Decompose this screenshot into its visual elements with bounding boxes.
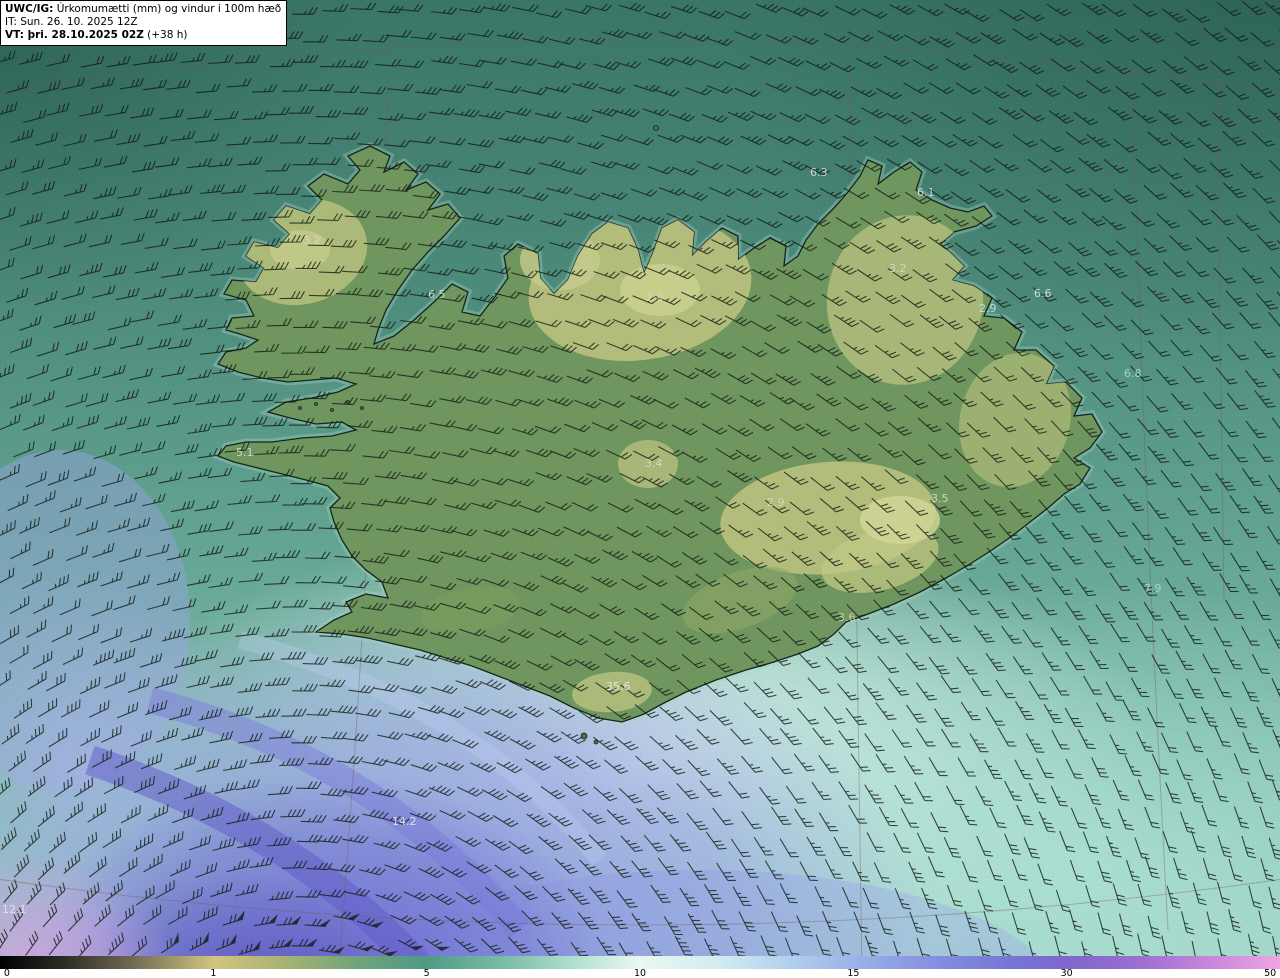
precip-value-label: 6.1 [917,186,935,199]
precip-value-label: 6.6 [1034,287,1052,300]
init-time-line: IT: Sun. 26. 10. 2025 12Z [5,16,138,28]
precip-value-label: 2.9 [979,302,997,315]
precip-value-label: 2.9 [767,496,785,509]
valid-time-line: VT: þri. 28.10.2025 02Z (+38 h) [5,29,281,42]
colorbar-tick-label: 0 [3,968,10,978]
precip-value-label: 3.2 [303,234,321,247]
colorbar-tick-label: 30 [1060,968,1073,978]
colorbar-tick-label: 5 [423,968,430,978]
colorbar-tick-label: 10 [633,968,647,978]
precip-value-label: 3.2 [889,262,907,275]
colorbar-tick-label: 50 [1264,968,1277,978]
precip-value-label: 3.4 [645,457,663,470]
map-title-line: UWC/IG: Úrkomumætti (mm) og vindur i 100… [5,3,281,16]
colorbar-ticks: 0 1 5 10 15 30 50 [0,969,1280,978]
model-name: UWC/IG: [5,3,54,15]
precip-value-label: 6.3 [810,166,828,179]
precip-value-label: 2.9 [646,291,664,304]
precip-value-label: 14.2 [392,815,417,828]
precip-value-label: 6.8 [1124,367,1142,380]
precip-value-label: 7.9 [1144,582,1162,595]
map-title-text: Úrkomumætti (mm) og vindur i 100m hæð [53,3,282,15]
precip-value-label: 5.1 [236,446,254,459]
valid-time-text: VT: þri. 28.10.2025 02Z [5,29,144,41]
precip-value-label: 35.6 [606,680,631,693]
precip-value-label: 3.5 [931,492,949,505]
valid-time-offset: (+38 h) [143,29,188,41]
map-title-box: UWC/IG: Úrkomumætti (mm) og vindur i 100… [0,0,288,46]
precip-colorbar: 0 1 5 10 15 30 50 [0,956,1280,978]
weather-map-screen: 6.3 6.1 3.2 6.5 2.9 3.2 6.6 2.9 6.8 5.1 3.4 2.9 3.5 3… [0,0,1280,978]
precip-value-label: 6.5 [428,288,446,301]
precip-value-label: 12.1 [2,903,27,916]
precip-value-label: 3.6 [838,611,856,624]
colorbar-tick-label: 1 [210,968,217,978]
colorbar-tick-label: 15 [847,968,860,978]
map-canvas: 6.3 6.1 3.2 6.5 2.9 3.2 6.6 2.9 6.8 5.1 3.4 2.9 3.5 3… [0,0,1280,978]
